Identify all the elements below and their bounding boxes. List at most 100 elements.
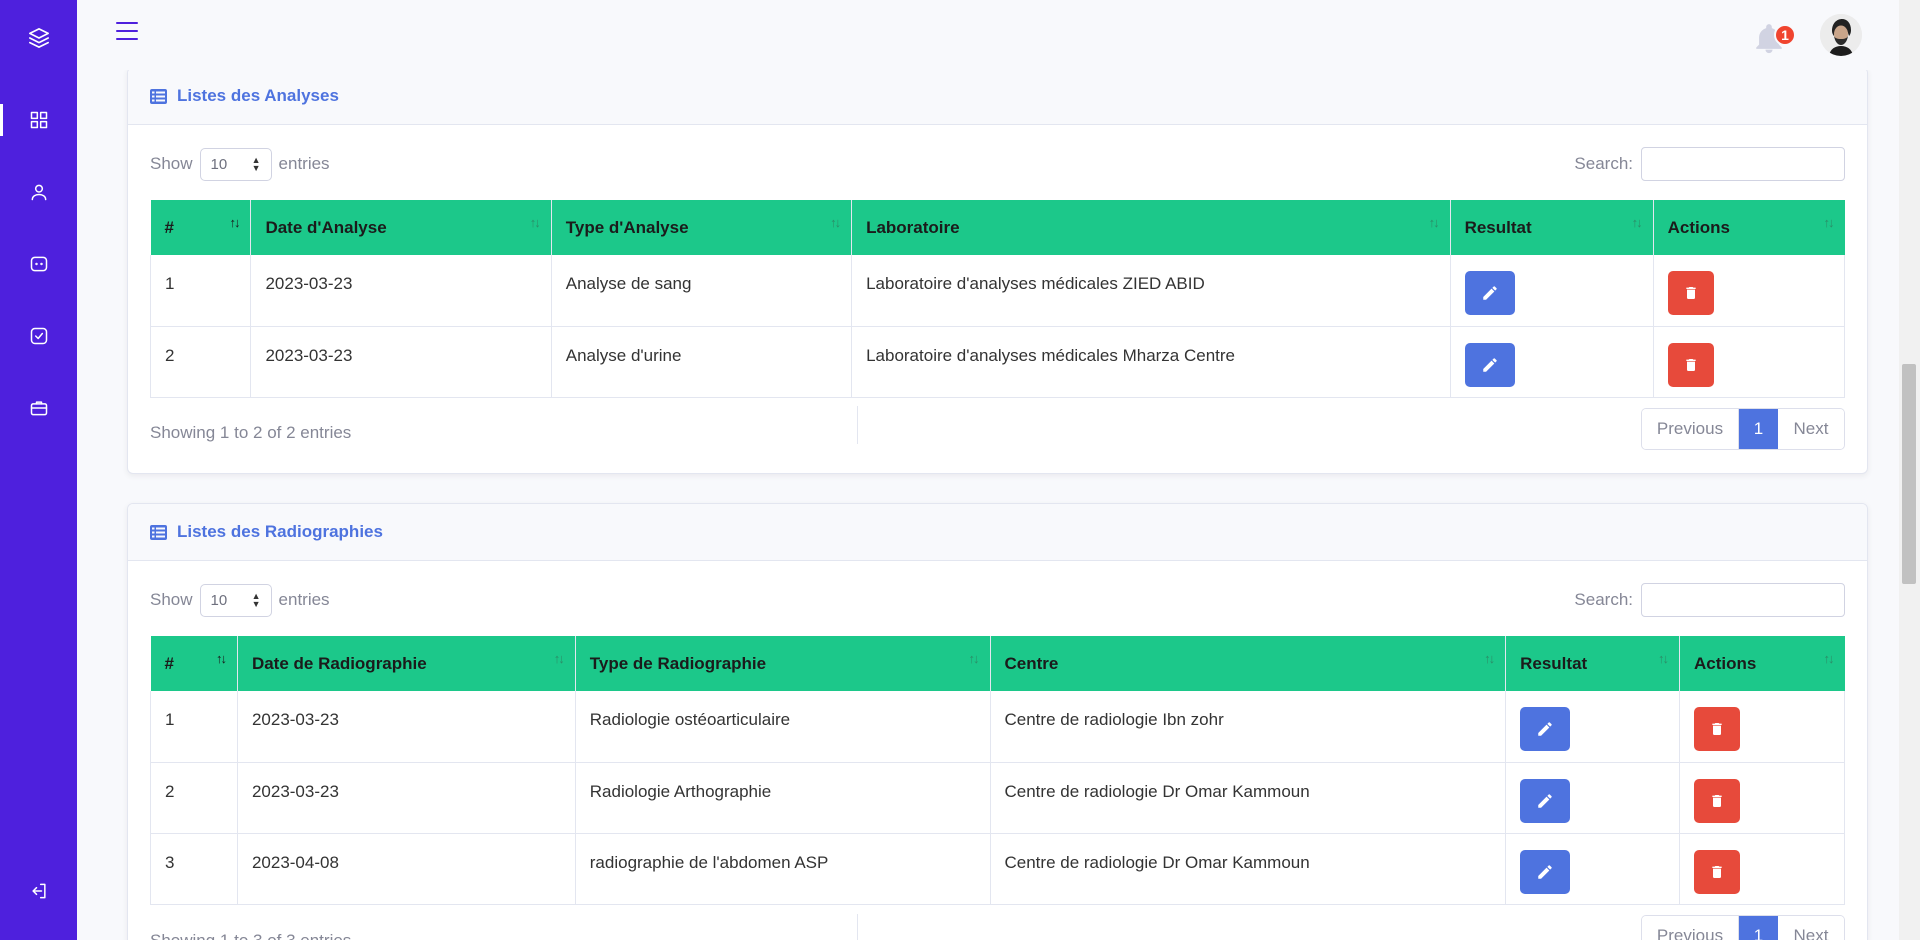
cell-actions <box>1679 832 1845 905</box>
cell-actions <box>1652 325 1846 398</box>
radiographies-card-header: Listes des Radiographies <box>128 504 1867 561</box>
cell-type: Radiologie Arthographie <box>574 761 991 834</box>
notifications[interactable]: 1 <box>1752 20 1796 60</box>
edit-result-button[interactable] <box>1464 271 1515 315</box>
menu-toggle-icon[interactable] <box>114 20 140 42</box>
sort-icon: ↑↓ <box>1484 651 1495 666</box>
column-header-actions[interactable]: Actions ↑↓ <box>1653 200 1845 255</box>
table-row: 3 2023-04-08 radiographie de l'abdomen A… <box>150 832 1845 905</box>
edit-result-button[interactable] <box>1464 342 1515 387</box>
delete-button[interactable] <box>1667 271 1714 315</box>
page-size-select[interactable]: 10 ▲ ▼ <box>199 147 272 181</box>
cell-date: 2023-03-23 <box>250 255 552 327</box>
cell-resultat <box>1449 325 1654 398</box>
chat-icon[interactable] <box>0 244 77 284</box>
entries-label: entries <box>278 590 330 609</box>
pagination-previous[interactable]: Previous <box>1642 409 1739 449</box>
column-header-laboratoire[interactable]: Laboratoire ↑↓ <box>851 200 1451 255</box>
edit-result-button[interactable] <box>1520 707 1571 751</box>
cell-date: 2023-03-23 <box>236 691 576 763</box>
cell-type: Analyse de sang <box>550 255 853 327</box>
cell-centre: Centre de radiologie Ibn zohr <box>989 691 1507 763</box>
column-header-centre[interactable]: Centre ↑↓ <box>990 636 1507 691</box>
pagination-next[interactable]: Next <box>1778 409 1844 449</box>
pagination: Previous 1 Next <box>1641 408 1845 450</box>
page-size-value: 10 <box>210 591 228 609</box>
delete-button[interactable] <box>1694 707 1741 751</box>
radiographies-table: # ↑↓ Date de Radiographie ↑↓ Type de Radio… <box>150 636 1845 905</box>
table-row: 1 2023-03-23 Radiologie ostéoarticulaire… <box>150 691 1845 763</box>
edit-icon <box>1538 864 1552 879</box>
edit-icon <box>1538 722 1552 736</box>
column-header-resultat[interactable]: Resultat ↑↓ <box>1505 636 1681 691</box>
delete-button[interactable] <box>1694 778 1741 823</box>
cell-centre: Centre de radiologie Dr Omar Kammoun <box>989 761 1507 834</box>
column-header-date[interactable]: Date de Radiographie ↑↓ <box>237 636 576 691</box>
analyses-table: # ↑↓ Date d'Analyse ↑↓ Type d'Analyse ↑↓ La… <box>149 200 1846 398</box>
page-size-select[interactable]: 10 ▲ ▼ <box>199 583 272 617</box>
search-label: Search: <box>1574 590 1633 609</box>
trash-icon <box>1712 723 1722 735</box>
analyses-card-header: Listes des Analyses <box>128 68 1867 125</box>
cell-actions <box>1679 761 1845 834</box>
topbar: 1 <box>77 0 1899 70</box>
column-header-actions[interactable]: Actions ↑↓ <box>1679 636 1845 691</box>
scrollbar-thumb[interactable] <box>1902 364 1916 584</box>
check-square-icon[interactable] <box>0 316 77 356</box>
cell-num: 1 <box>150 691 238 763</box>
cell-num: 3 <box>150 832 238 905</box>
edit-icon <box>1482 357 1497 372</box>
column-header-num[interactable]: # ↑↓ <box>150 200 252 255</box>
cell-type: Radiologie ostéoarticulaire <box>574 691 991 763</box>
analyses-card: Listes des Analyses Show 10 ▲ ▼ entries S… <box>127 67 1868 474</box>
cell-num: 1 <box>149 255 252 327</box>
column-header-type[interactable]: Type d'Analyse ↑↓ <box>551 200 853 255</box>
table-row: 1 2023-03-23 Analyse de sang Laboratoire… <box>149 255 1846 327</box>
delete-button[interactable] <box>1694 849 1741 894</box>
sort-icon: ↑↓ <box>1823 651 1835 666</box>
divider <box>857 914 858 940</box>
column-header-type[interactable]: Type de Radiographie ↑↓ <box>575 636 991 691</box>
cell-laboratoire: Laboratoire d'analyses médicales ZIED AB… <box>851 255 1451 327</box>
sort-icon: ↑↓ <box>968 651 980 666</box>
cell-date: 2023-03-23 <box>236 761 576 834</box>
table-info: Showing 1 to 3 of 3 entries <box>150 931 351 940</box>
sort-icon: ↑↓ <box>1823 215 1835 230</box>
grid-icon[interactable] <box>0 100 77 140</box>
pagination-previous[interactable]: Previous <box>1642 916 1739 940</box>
column-header-resultat[interactable]: Resultat ↑↓ <box>1450 200 1654 255</box>
cell-date: 2023-03-23 <box>250 325 552 398</box>
pagination-page-1[interactable]: 1 <box>1739 916 1778 940</box>
page-scrollbar[interactable] <box>1899 0 1920 940</box>
pagination-next[interactable]: Next <box>1778 916 1844 940</box>
search-input[interactable] <box>1641 147 1845 181</box>
list-icon <box>150 524 167 540</box>
sort-icon: ↑↓ <box>830 215 841 230</box>
sort-icon: ↑↓ <box>1428 215 1440 230</box>
show-label: Show <box>150 154 193 173</box>
trash-icon <box>1712 865 1722 878</box>
cell-type: radiographie de l'abdomen ASP <box>574 832 991 905</box>
list-icon <box>150 88 167 104</box>
edit-icon <box>1482 286 1497 300</box>
show-label: Show <box>150 590 193 609</box>
entries-label: entries <box>278 154 330 173</box>
avatar[interactable] <box>1820 14 1862 56</box>
radiographies-controls: Show 10 ▲ ▼ entries Search: <box>150 583 1845 617</box>
edit-result-button[interactable] <box>1520 849 1571 894</box>
briefcase-icon[interactable] <box>0 388 77 428</box>
trash-icon <box>1712 794 1722 807</box>
search-input[interactable] <box>1641 583 1845 617</box>
user-icon[interactable] <box>0 172 77 212</box>
layers-icon[interactable] <box>0 20 77 56</box>
pagination-page-1[interactable]: 1 <box>1739 409 1778 449</box>
logout-icon[interactable] <box>0 871 77 911</box>
search-label: Search: <box>1574 154 1633 173</box>
column-header-date[interactable]: Date d'Analyse ↑↓ <box>250 200 552 255</box>
delete-button[interactable] <box>1667 342 1714 387</box>
column-header-num[interactable]: # ↑↓ <box>150 636 238 691</box>
page-size-value: 10 <box>210 155 228 173</box>
cell-date: 2023-04-08 <box>236 832 576 905</box>
edit-result-button[interactable] <box>1520 778 1571 823</box>
cell-num: 2 <box>150 761 238 834</box>
